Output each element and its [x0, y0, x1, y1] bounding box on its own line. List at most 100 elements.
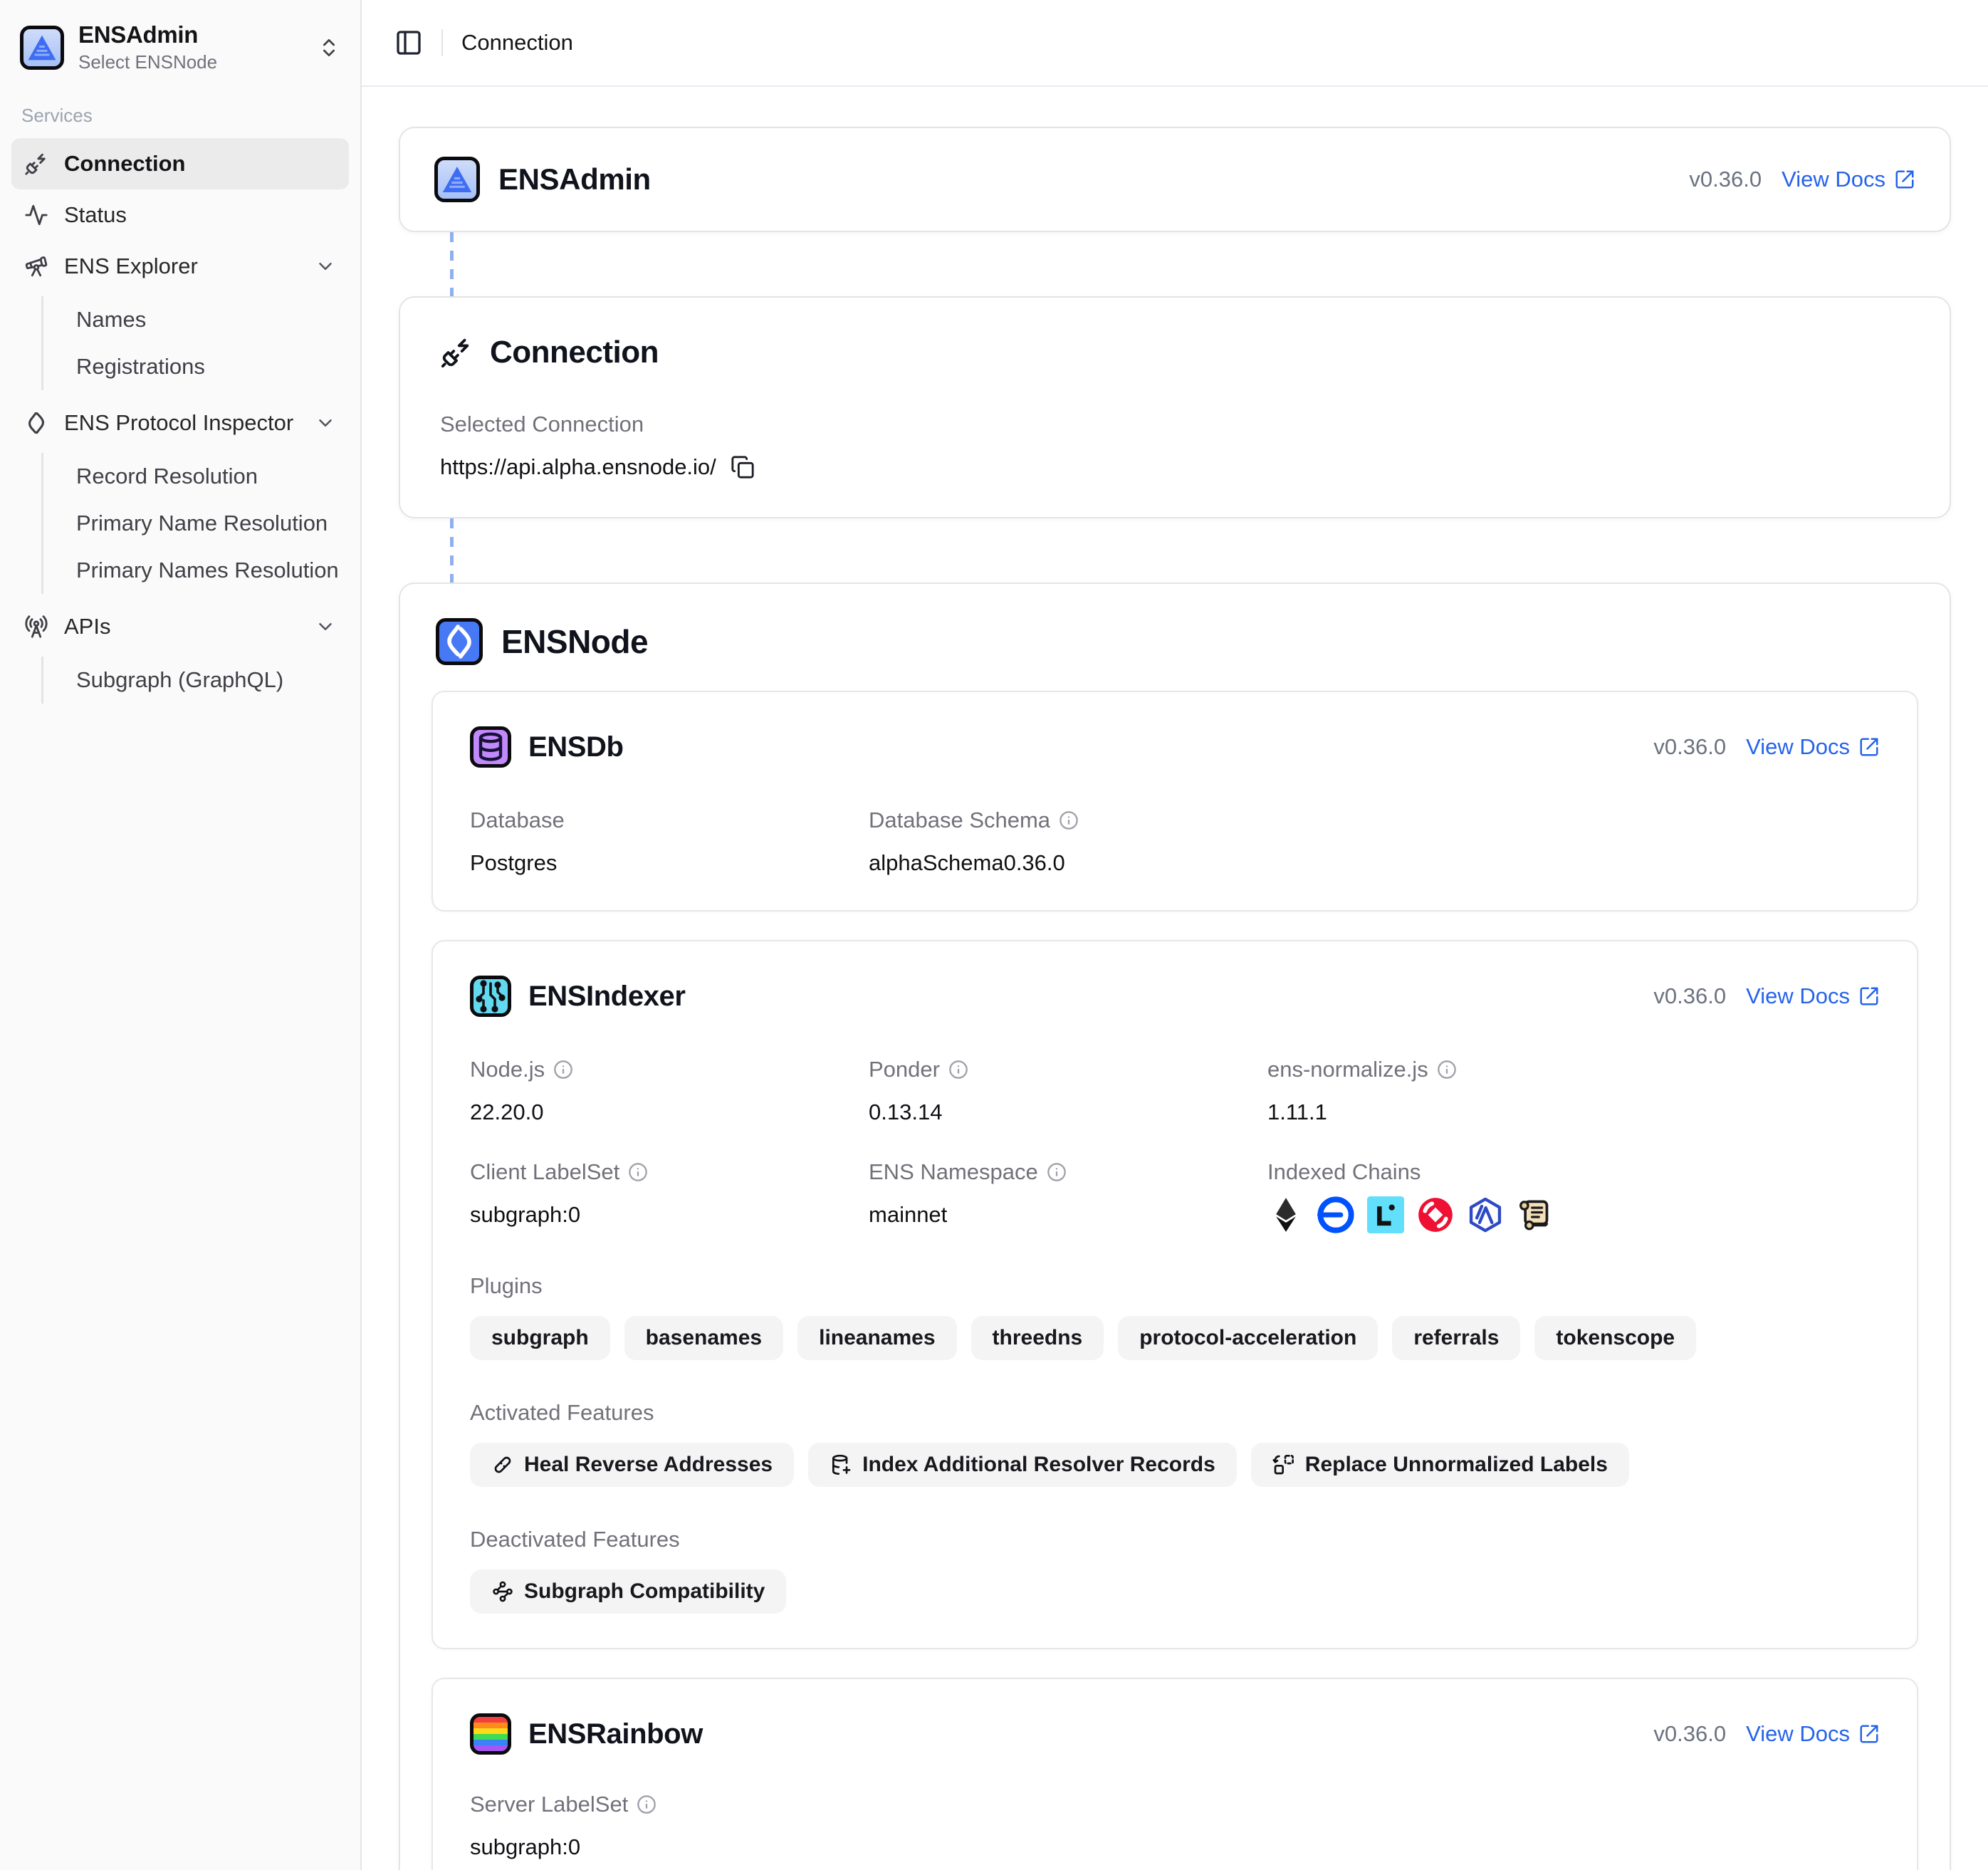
- sidebar-item-ens-protocol-inspector[interactable]: ENS Protocol Inspector: [11, 397, 349, 449]
- external-link-icon: [1858, 986, 1880, 1007]
- ensnode-selector[interactable]: ENSAdmin Select ENSNode: [11, 14, 349, 92]
- external-link-icon: [1858, 1723, 1880, 1745]
- plug-zap-icon: [24, 152, 48, 176]
- activated-features-list: Heal Reverse Addresses Index Additional …: [470, 1443, 1880, 1487]
- app-root: ENSAdmin Select ENSNode Services Connect…: [0, 0, 1988, 1870]
- plugin-chip: threedns: [971, 1316, 1104, 1360]
- topbar-divider: [441, 29, 443, 56]
- chevron-down-icon: [315, 616, 336, 637]
- server-labelset-value: subgraph:0: [470, 1834, 869, 1860]
- sidebar-item-label: APIs: [64, 614, 299, 639]
- ensindexer-card: ENSIndexer v0.36.0 View Docs: [431, 940, 1918, 1649]
- view-docs-link[interactable]: View Docs: [1782, 167, 1915, 192]
- database-value: Postgres: [470, 850, 869, 876]
- sidebar-item-ens-explorer[interactable]: ENS Explorer: [11, 241, 349, 292]
- chevrons-up-down-icon: [318, 36, 340, 59]
- info-icon[interactable]: [1059, 810, 1079, 830]
- ensdb-logo: [470, 726, 511, 768]
- info-icon[interactable]: [637, 1795, 656, 1814]
- info-icon[interactable]: [628, 1162, 648, 1182]
- view-docs-label: View Docs: [1746, 1721, 1850, 1747]
- sidebar-item-connection[interactable]: Connection: [11, 138, 349, 189]
- dashed-connector: [450, 518, 454, 583]
- ensadmin-card: ENSAdmin v0.36.0 View Docs: [399, 127, 1951, 232]
- sidebar-toggle-icon[interactable]: [394, 28, 423, 57]
- view-docs-link[interactable]: View Docs: [1746, 1721, 1880, 1747]
- sidebar-item-apis[interactable]: APIs: [11, 601, 349, 652]
- sidebar-item-label: Status: [64, 202, 336, 228]
- plugin-chip: referrals: [1392, 1316, 1520, 1360]
- ensnode-card: ENSNode ENSDb: [399, 583, 1951, 1870]
- selected-connection-label: Selected Connection: [440, 412, 1910, 437]
- card-title: ENSIndexer: [528, 981, 686, 1013]
- info-icon[interactable]: [1437, 1060, 1457, 1080]
- feature-chip-label: Index Additional Resolver Records: [862, 1453, 1215, 1477]
- sidebar-item-label: ENS Explorer: [64, 254, 299, 279]
- ens-normalize-value: 1.11.1: [1267, 1099, 1880, 1125]
- base-chain-icon: [1317, 1196, 1354, 1233]
- card-title: ENSNode: [501, 622, 648, 661]
- plug-zap-icon: [440, 336, 473, 369]
- external-link-icon: [1858, 736, 1880, 758]
- plugin-chip: basenames: [624, 1316, 783, 1360]
- card-title: ENSRainbow: [528, 1718, 703, 1750]
- external-link-icon: [1894, 169, 1915, 190]
- deactivated-features-label: Deactivated Features: [470, 1527, 1880, 1552]
- plugin-chip: subgraph: [470, 1316, 610, 1360]
- optimism-chain-icon: [1417, 1196, 1454, 1233]
- database-plus-icon: [830, 1453, 852, 1476]
- ensrainbow-logo: [470, 1713, 511, 1755]
- bandage-icon: [491, 1453, 514, 1476]
- info-icon[interactable]: [948, 1060, 968, 1080]
- nodejs-value: 22.20.0: [470, 1099, 869, 1125]
- card-title: ENSDb: [528, 731, 624, 763]
- sidebar-item-names[interactable]: Names: [69, 296, 349, 343]
- ens-namespace-label: ENS Namespace: [869, 1159, 1038, 1185]
- server-labelset-label: Server LabelSet: [470, 1792, 628, 1817]
- chevron-down-icon: [315, 256, 336, 277]
- feature-chip-label: Subgraph Compatibility: [524, 1579, 765, 1604]
- sidebar-item-subgraph-graphql[interactable]: Subgraph (GraphQL): [69, 657, 349, 704]
- feature-chip: Replace Unnormalized Labels: [1251, 1443, 1629, 1487]
- app-subtitle: Select ENSNode: [78, 51, 303, 73]
- database-label: Database: [470, 808, 869, 833]
- card-title: ENSAdmin: [498, 162, 651, 197]
- indexed-chains: [1267, 1196, 1880, 1233]
- connection-card: Connection Selected Connection https://a…: [399, 296, 1951, 518]
- content-scroll[interactable]: ENSAdmin v0.36.0 View Docs: [362, 87, 1988, 1870]
- version-badge: v0.36.0: [1689, 167, 1762, 192]
- view-docs-link[interactable]: View Docs: [1746, 734, 1880, 760]
- sidebar-item-status[interactable]: Status: [11, 189, 349, 241]
- client-labelset-label: Client LabelSet: [470, 1159, 619, 1185]
- info-icon[interactable]: [553, 1060, 573, 1080]
- ensnode-logo: [436, 618, 483, 665]
- arbitrum-chain-icon: [1467, 1196, 1504, 1233]
- view-docs-link[interactable]: View Docs: [1746, 983, 1880, 1009]
- view-docs-label: View Docs: [1746, 983, 1850, 1009]
- plugins-list: subgraph basenames lineanames threedns p…: [470, 1316, 1880, 1360]
- feature-chip-label: Replace Unnormalized Labels: [1305, 1453, 1608, 1477]
- deactivated-features-list: Subgraph Compatibility: [470, 1569, 1880, 1614]
- activated-features-label: Activated Features: [470, 1400, 1880, 1426]
- sidebar-item-registrations[interactable]: Registrations: [69, 343, 349, 390]
- sidebar-section-label: Services: [11, 92, 349, 138]
- version-badge: v0.36.0: [1653, 983, 1726, 1009]
- feature-chip-label: Heal Reverse Addresses: [524, 1453, 773, 1477]
- topbar: Connection: [362, 0, 1988, 87]
- sidebar-item-record-resolution[interactable]: Record Resolution: [69, 453, 349, 500]
- copy-icon[interactable]: [731, 455, 755, 479]
- database-schema-value: alphaSchema0.36.0: [869, 850, 1880, 876]
- telescope-icon: [24, 254, 48, 278]
- info-icon[interactable]: [1047, 1162, 1067, 1182]
- sidebar-item-primary-name-resolution[interactable]: Primary Name Resolution: [69, 500, 349, 547]
- plugins-label: Plugins: [470, 1273, 1880, 1299]
- version-badge: v0.36.0: [1653, 734, 1726, 760]
- ensdb-card: ENSDb v0.36.0 View Docs: [431, 691, 1918, 912]
- ens-explorer-children: Names Registrations: [41, 296, 349, 390]
- ensadmin-logo: [20, 26, 64, 70]
- client-labelset-value: subgraph:0: [470, 1202, 869, 1228]
- sidebar-item-primary-names-resolution[interactable]: Primary Names Resolution: [69, 547, 349, 594]
- ens-mark-icon: [24, 411, 48, 435]
- waypoints-icon: [491, 1580, 514, 1603]
- feature-chip: Subgraph Compatibility: [470, 1569, 786, 1614]
